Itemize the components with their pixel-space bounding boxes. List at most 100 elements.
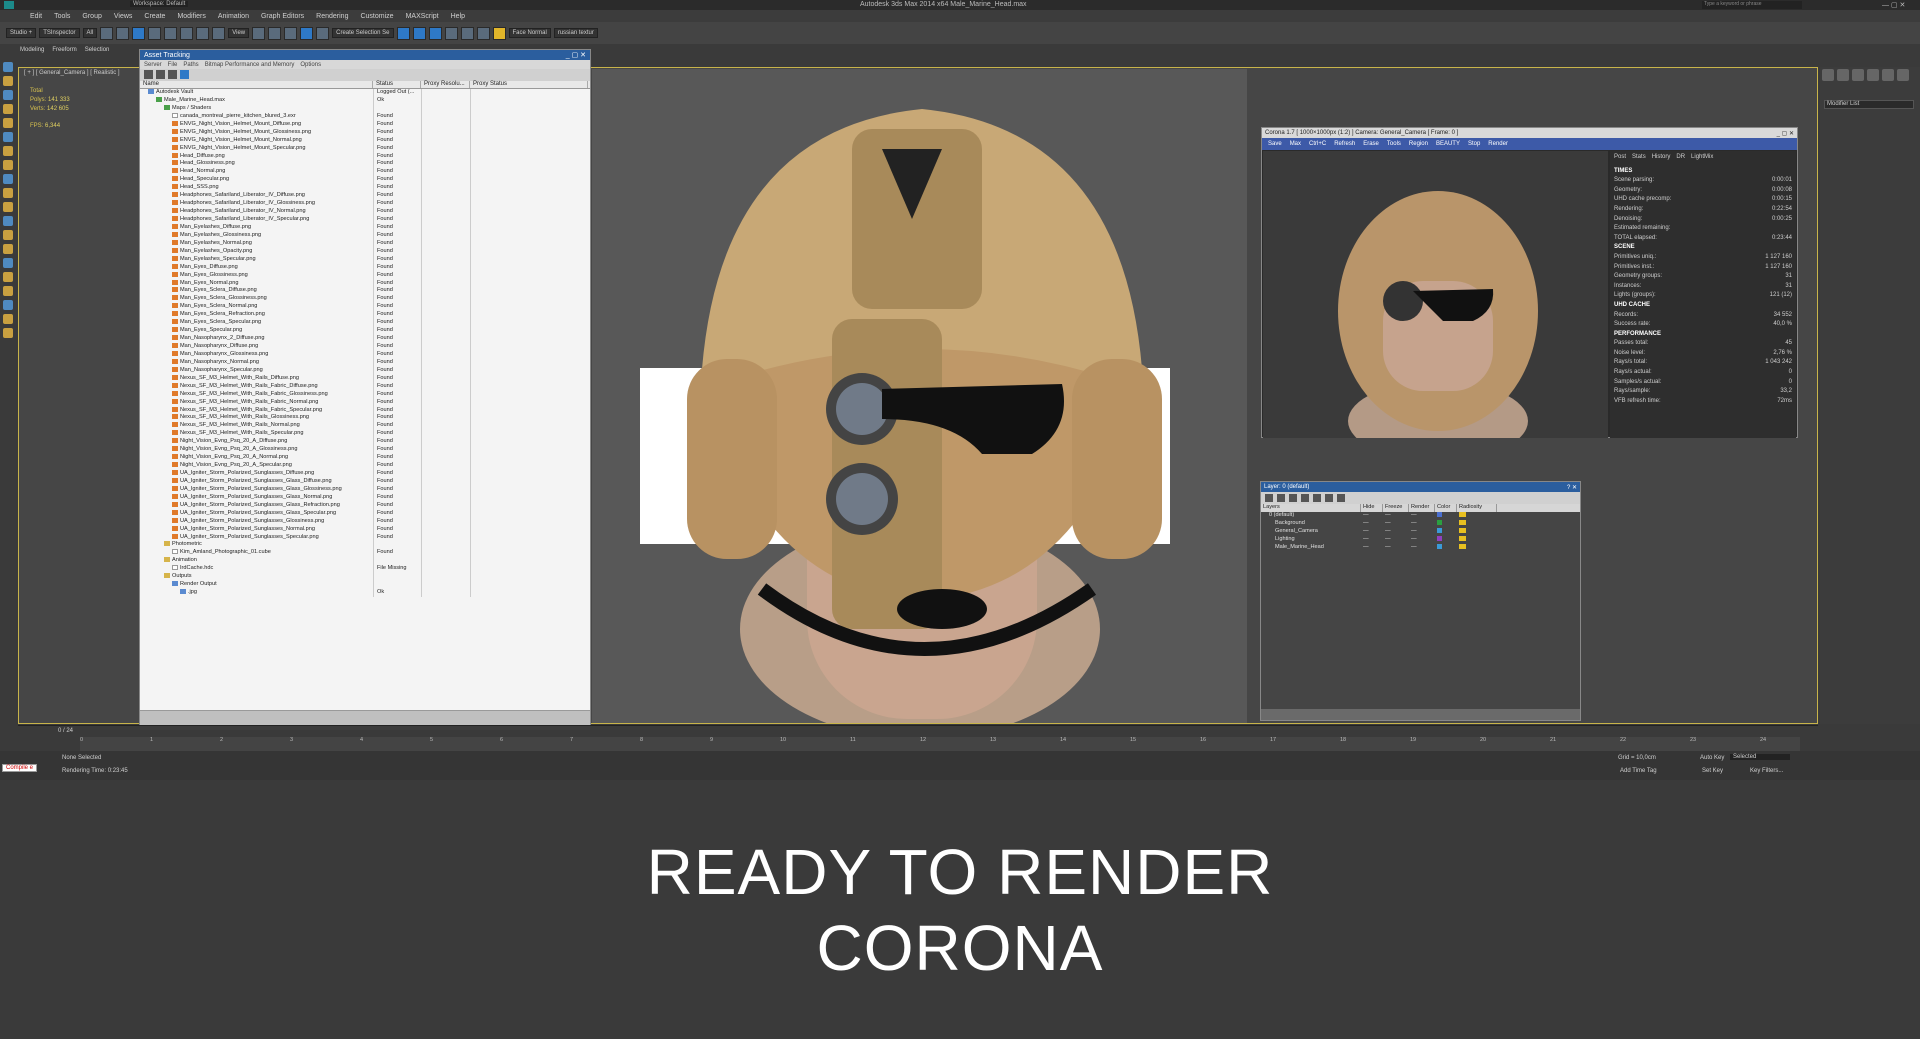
snap-icon[interactable] [268, 26, 282, 40]
inspector-button[interactable]: TSInspector [39, 28, 80, 38]
layer-row[interactable]: 0 (default) — — — [1261, 512, 1580, 520]
corona-toolbar-button[interactable]: Save [1268, 141, 1282, 147]
asset-menu-item[interactable]: File [168, 62, 178, 68]
ribbon-tab[interactable]: Selection [85, 47, 110, 53]
tool-icon[interactable] [3, 202, 13, 212]
corona-toolbar-button[interactable]: Refresh [1334, 141, 1355, 147]
asset-row[interactable]: Man_Nasopharynx_Specular.png Found [140, 366, 590, 375]
render-setup-icon[interactable] [444, 26, 458, 40]
layer-column-header[interactable]: Color [1435, 504, 1457, 512]
asset-menu-item[interactable]: Options [300, 62, 321, 68]
set-key-button[interactable]: Set Key [1702, 768, 1723, 774]
face-normal-button[interactable]: Face Normal [508, 28, 551, 38]
pivot-icon[interactable] [252, 26, 266, 40]
asset-row[interactable]: Photometric [140, 541, 590, 550]
freeze-toggle[interactable]: — [1383, 512, 1409, 520]
asset-row[interactable]: Headphones_Safariland_Liberator_IV_Diffu… [140, 192, 590, 201]
asset-row[interactable]: Head_Diffuse.png Found [140, 152, 590, 161]
asset-row[interactable]: Maps / Shaders [140, 104, 590, 113]
asset-row[interactable]: IrdCache.hdc File Missing [140, 565, 590, 574]
motion-tab-icon[interactable] [1867, 69, 1879, 81]
layer-manager-icon[interactable] [396, 26, 410, 40]
asset-row[interactable]: Kim_Amland_Photographic_01.cube Found [140, 549, 590, 558]
scale-icon[interactable] [212, 26, 226, 40]
radiosity-icon[interactable] [1459, 536, 1466, 541]
asset-row[interactable]: UA_Igniter_Storm_Polarized_Sunglasses_Gl… [140, 477, 590, 486]
tool-icon[interactable] [3, 76, 13, 86]
asset-row[interactable]: Man_Nasopharynx_2_Diffuse.png Found [140, 335, 590, 343]
menu-item[interactable]: Create [144, 13, 165, 20]
coordinate-system[interactable]: View [228, 28, 250, 38]
layer-row[interactable]: General_Camera — — — [1261, 528, 1580, 536]
asset-row[interactable]: Man_Eyelashes_Normal.png Found [140, 239, 590, 248]
layer-color-swatch[interactable] [1437, 512, 1442, 517]
auto-key-button[interactable]: Auto Key [1700, 755, 1724, 761]
menu-item[interactable]: Help [451, 13, 465, 20]
app-logo-icon[interactable] [4, 1, 14, 9]
tool-icon[interactable] [3, 216, 13, 226]
stats-tab[interactable]: LightMix [1691, 153, 1713, 163]
track-bar[interactable]: 0 1 2 3 4 5 6 7 8 9 10 11 12 13 14 15 16 17 18 19 20 21 22 23 24 [80, 737, 1800, 751]
maxscript-listener[interactable]: Compile e [2, 764, 38, 772]
corona-toolbar-button[interactable]: Stop [1468, 141, 1480, 147]
asset-tracking-titlebar[interactable]: Asset Tracking _ ▢ ✕ [140, 50, 590, 60]
time-slider[interactable]: 0 / 24 [18, 725, 1818, 737]
asset-row[interactable]: UA_Igniter_Storm_Polarized_Sunglasses_No… [140, 525, 590, 534]
ribbon-tab[interactable]: Freeform [52, 47, 76, 53]
render-toggle[interactable]: — [1409, 536, 1435, 544]
asset-row[interactable]: UA_Igniter_Storm_Polarized_Sunglasses_Gl… [140, 517, 590, 526]
render-frame-icon[interactable] [460, 26, 474, 40]
radiosity-icon[interactable] [1459, 512, 1466, 517]
menu-item[interactable]: MAXScript [406, 13, 439, 20]
asset-row[interactable]: Nexus_SF_M3_Helmet_With_Rails_Fabric_Glo… [140, 390, 590, 399]
workspace-selector[interactable]: Workspace: Default [130, 1, 189, 7]
asset-row[interactable]: Head_Specular.png Found [140, 176, 590, 185]
corona-toolbar-button[interactable]: Erase [1363, 141, 1379, 147]
modify-tab-icon[interactable] [1837, 69, 1849, 81]
add-to-layer-icon[interactable] [1289, 494, 1297, 502]
tool-icon[interactable] [3, 90, 13, 100]
angle-snap-icon[interactable] [284, 26, 298, 40]
column-status[interactable]: Status [373, 81, 421, 88]
asset-row[interactable]: Night_Vision_Evng_Psq_20_A_Normal.png Fou… [140, 454, 590, 463]
hide-all-icon[interactable] [1325, 494, 1333, 502]
tool-icon[interactable] [3, 174, 13, 184]
window-controls[interactable]: _ ▢ ✕ [566, 51, 586, 59]
key-mode-dropdown[interactable]: Selected [1730, 754, 1790, 760]
list-icon[interactable] [156, 70, 165, 79]
freeze-toggle[interactable]: — [1383, 536, 1409, 544]
menu-item[interactable]: Rendering [316, 13, 348, 20]
asset-row[interactable]: Head_Normal.png Found [140, 168, 590, 177]
menu-item[interactable]: Group [82, 13, 101, 20]
asset-row[interactable]: Man_Eyelashes_Glossiness.png Found [140, 231, 590, 240]
asset-row[interactable]: Man_Eyes_Sclera_Refraction.png Found [140, 311, 590, 320]
menu-item[interactable]: Views [114, 13, 133, 20]
radiosity-icon[interactable] [1459, 544, 1466, 549]
tool-icon[interactable] [3, 230, 13, 240]
asset-row[interactable]: ENVG_Night_Vision_Helmet_Mount_Normal.pn… [140, 136, 590, 145]
select-icon[interactable] [132, 26, 146, 40]
layer-color-swatch[interactable] [1437, 544, 1442, 549]
hide-toggle[interactable]: — [1361, 544, 1383, 552]
asset-row[interactable]: Night_Vision_Evng_Psq_20_A_Diffuse.png Fo… [140, 438, 590, 447]
refresh-icon[interactable] [144, 70, 153, 79]
render-toggle[interactable]: — [1409, 544, 1435, 552]
tool-icon[interactable] [3, 132, 13, 142]
selection-set-dropdown[interactable]: Create Selection Se [332, 28, 394, 38]
asset-row[interactable]: Headphones_Safariland_Liberator_IV_Gloss… [140, 200, 590, 209]
menu-item[interactable]: Graph Editors [261, 13, 304, 20]
tool-icon[interactable] [3, 328, 13, 338]
layer-column-header[interactable]: Render [1409, 504, 1435, 512]
asset-row[interactable]: Man_Eyelashes_Opacity.png Found [140, 247, 590, 256]
russian-texture-button[interactable]: russian textur [553, 28, 598, 38]
tool-icon[interactable] [3, 300, 13, 310]
asset-row[interactable]: Nexus_SF_M3_Helmet_With_Rails_Specular.p… [140, 430, 590, 439]
tool-icon[interactable] [3, 118, 13, 128]
asset-row[interactable]: Man_Eyes_Sclera_Diffuse.png Found [140, 287, 590, 296]
selection-filter[interactable]: All [82, 28, 98, 38]
stats-tab[interactable]: Post [1614, 153, 1626, 163]
layer-column-header[interactable]: Layers [1261, 504, 1361, 512]
tool-icon[interactable] [3, 272, 13, 282]
asset-row[interactable]: Night_Vision_Evng_Psq_20_A_Glossiness.pn… [140, 446, 590, 455]
layer-column-header[interactable]: Hide [1361, 504, 1383, 512]
